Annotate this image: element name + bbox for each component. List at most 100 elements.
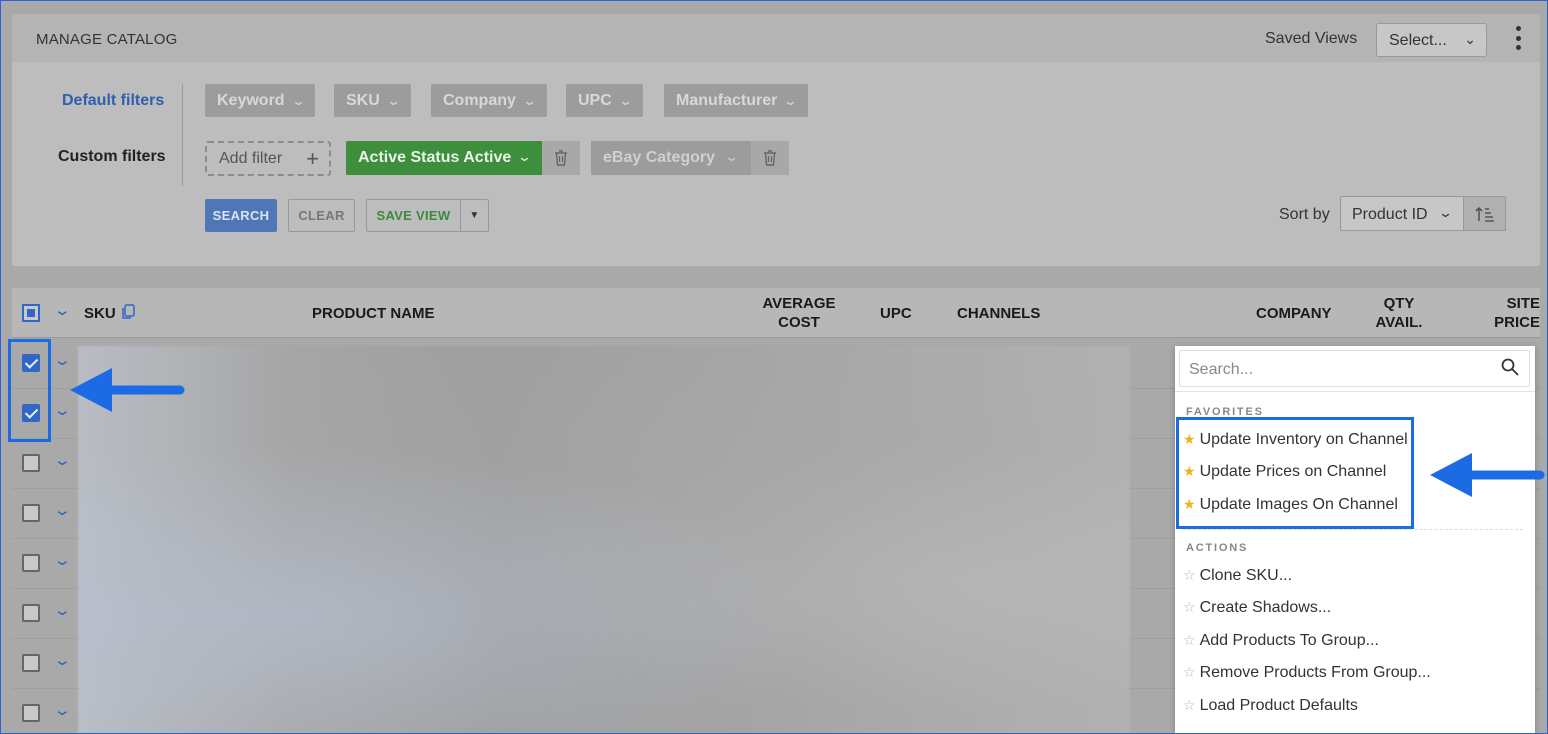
trash-icon	[764, 150, 776, 166]
menu-item-label: Add Products To Group...	[1199, 632, 1379, 649]
chevron-down-icon: ⌄	[723, 149, 740, 164]
saved-views-select[interactable]: Select... ⌄	[1376, 23, 1487, 57]
active-filter-name: Active Status	[358, 149, 460, 166]
menu-item-label: Clone SKU...	[1199, 567, 1293, 584]
filter-ebay-category[interactable]: eBay Category ⌄	[591, 141, 751, 175]
more-options-icon[interactable]	[1512, 26, 1524, 50]
active-filter-value: Active	[463, 149, 512, 166]
filter-upc-label: UPC	[578, 92, 612, 109]
table-header: ⌄ SKU PRODUCT NAME AVERAGE COST UPC CHAN…	[12, 288, 1540, 338]
filter-sku-label: SKU	[346, 92, 380, 109]
row-checkbox[interactable]	[22, 604, 40, 622]
chevron-down-icon: ⌄	[385, 93, 401, 108]
menu-item-add-to-group[interactable]: ☆ Add Products To Group...	[1183, 632, 1379, 650]
star-outline-icon[interactable]: ☆	[1183, 664, 1196, 680]
menu-item-clone-sku[interactable]: ☆ Clone SKU...	[1183, 567, 1292, 585]
filter-manufacturer-label: Manufacturer	[676, 92, 778, 109]
checked-rows-highlight	[8, 339, 51, 442]
chevron-down-icon: ⌄	[783, 93, 799, 108]
arrow-left-icon	[1430, 453, 1545, 497]
favorites-highlight	[1176, 417, 1414, 529]
page-title: MANAGE CATALOG	[36, 31, 178, 48]
manage-catalog-panel: MANAGE CATALOG Saved Views Select... ⌄ D…	[12, 14, 1540, 266]
row-checkbox[interactable]	[22, 454, 40, 472]
chevron-down-icon: ⌄	[1464, 31, 1476, 47]
star-outline-icon[interactable]: ☆	[1183, 632, 1196, 648]
plus-icon: +	[306, 146, 319, 171]
star-outline-icon[interactable]: ☆	[1183, 697, 1196, 713]
star-outline-icon[interactable]: ☆	[1183, 599, 1196, 615]
row-checkbox[interactable]	[22, 504, 40, 522]
saved-views-label: Saved Views	[1265, 30, 1358, 47]
remove-ebay-filter-button[interactable]	[751, 141, 789, 175]
expand-all-chevron-icon[interactable]: ⌄	[53, 301, 72, 319]
price-label: PRICE	[1494, 314, 1540, 331]
search-button[interactable]: SEARCH	[205, 199, 277, 232]
row-checkbox[interactable]	[22, 654, 40, 672]
column-header-sku[interactable]: SKU	[84, 304, 116, 323]
menu-item-label: Create Shadows...	[1199, 599, 1332, 616]
panel-header: MANAGE CATALOG Saved Views Select... ⌄	[12, 14, 1540, 62]
trash-icon	[555, 150, 567, 166]
blurred-product-content	[78, 346, 1130, 734]
bulk-actions-menu: Search... FAVORITES ★ Update Inventory on…	[1175, 346, 1535, 734]
menu-item-load-defaults[interactable]: ☆ Load Product Defaults	[1183, 697, 1358, 715]
ebay-filter-label: eBay Category	[603, 149, 716, 166]
menu-item-remove-from-group[interactable]: ☆ Remove Products From Group...	[1183, 664, 1431, 682]
expand-row-chevron-icon[interactable]: ⌄	[53, 551, 72, 569]
chevron-down-icon: ⌄	[516, 149, 533, 164]
add-filter-button[interactable]: Add filter +	[205, 141, 331, 176]
star-outline-icon[interactable]: ☆	[1183, 567, 1196, 583]
chevron-down-icon: ⌄	[617, 93, 633, 108]
sort-direction-button[interactable]	[1463, 196, 1506, 231]
column-header-channels[interactable]: CHANNELS	[957, 304, 1040, 323]
filter-company[interactable]: Company ⌄	[431, 84, 547, 117]
filter-active-status[interactable]: Active Status Active ⌄	[346, 141, 542, 175]
expand-row-chevron-icon[interactable]: ⌄	[53, 651, 72, 669]
save-view-button[interactable]: SAVE VIEW	[366, 199, 461, 232]
default-filters-link[interactable]: Default filters	[62, 92, 164, 110]
column-header-product-name[interactable]: PRODUCT NAME	[312, 304, 435, 323]
column-header-company[interactable]: COMPANY	[1256, 304, 1332, 323]
clear-button[interactable]: CLEAR	[288, 199, 355, 232]
site-label: SITE	[1506, 295, 1540, 312]
filter-manufacturer[interactable]: Manufacturer ⌄	[664, 84, 809, 117]
copy-icon[interactable]	[121, 304, 135, 320]
sort-by-select[interactable]: Product ID ⌄	[1340, 196, 1464, 231]
chevron-down-icon: ⌄	[290, 93, 306, 108]
qty-label: QTY	[1383, 295, 1415, 312]
expand-row-chevron-icon[interactable]: ⌄	[53, 501, 72, 519]
select-all-checkbox[interactable]	[22, 304, 40, 322]
filter-company-label: Company	[443, 92, 516, 109]
search-icon[interactable]	[1501, 358, 1519, 376]
sort-by-value: Product ID	[1352, 206, 1428, 223]
remove-active-filter-button[interactable]	[542, 141, 580, 175]
chevron-down-icon: ⌄	[1437, 205, 1454, 220]
expand-row-chevron-icon[interactable]: ⌄	[53, 701, 72, 719]
chevron-down-icon: ⌄	[521, 93, 537, 108]
add-filter-label: Add filter	[219, 150, 283, 167]
filter-sku[interactable]: SKU ⌄	[334, 84, 411, 117]
menu-item-create-shadows[interactable]: ☆ Create Shadows...	[1183, 599, 1331, 617]
sort-ascending-icon	[1474, 206, 1494, 222]
arrow-left-icon	[70, 368, 185, 412]
row-checkbox[interactable]	[22, 554, 40, 572]
menu-search-input[interactable]: Search...	[1179, 350, 1530, 387]
expand-row-chevron-icon[interactable]: ⌄	[53, 601, 72, 619]
column-header-average-cost[interactable]: AVERAGE COST	[754, 294, 844, 332]
menu-divider	[1183, 529, 1523, 530]
filter-upc[interactable]: UPC ⌄	[566, 84, 643, 117]
column-header-qty-avail[interactable]: QTY AVAIL.	[1364, 294, 1434, 332]
row-checkbox[interactable]	[22, 704, 40, 722]
column-header-upc[interactable]: UPC	[880, 304, 912, 323]
custom-filters-label: Custom filters	[58, 148, 166, 165]
menu-divider	[1175, 391, 1535, 392]
caret-down-icon: ▼	[469, 210, 480, 221]
sort-by-label: Sort by	[1279, 206, 1330, 223]
column-header-site-price[interactable]: SITE PRICE	[1480, 294, 1540, 332]
filter-keyword[interactable]: Keyword ⌄	[205, 84, 316, 117]
expand-row-chevron-icon[interactable]: ⌄	[53, 451, 72, 469]
avail-label: AVAIL.	[1375, 314, 1423, 331]
actions-section-label: ACTIONS	[1186, 542, 1249, 554]
save-view-dropdown-button[interactable]: ▼	[460, 199, 489, 232]
